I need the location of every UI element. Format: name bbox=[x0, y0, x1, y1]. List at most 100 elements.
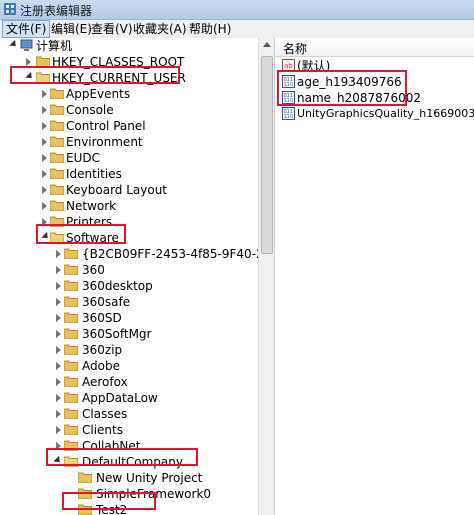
folder-icon bbox=[78, 472, 92, 483]
registry-tree[interactable]: 计算机 HKEY_CLASSES_ROOT HKEY_CURRENT_USER … bbox=[0, 38, 258, 515]
tree-item[interactable]: Aerofox bbox=[0, 374, 258, 390]
tree-label: Aerofox bbox=[82, 375, 128, 389]
highlight-box-test2 bbox=[62, 492, 156, 510]
tree-label: 360SoftMgr bbox=[82, 327, 152, 341]
menu-view[interactable]: 查看(V) bbox=[88, 20, 136, 38]
highlight-box-default-company bbox=[46, 448, 198, 466]
folder-icon bbox=[64, 264, 78, 275]
expand-arrow-icon[interactable] bbox=[56, 250, 61, 258]
regedit-icon bbox=[4, 3, 16, 15]
tree-label: AppEvents bbox=[66, 87, 131, 101]
tree-label: 计算机 bbox=[36, 39, 73, 53]
menu-bar: 文件(F) 编辑(E) 查看(V) 收藏夹(A) 帮助(H) bbox=[0, 20, 474, 39]
svg-text:ab: ab bbox=[284, 62, 293, 70]
folder-icon bbox=[64, 392, 78, 403]
highlight-box-software bbox=[36, 224, 126, 244]
folder-icon bbox=[64, 424, 78, 435]
tree-item[interactable]: Console bbox=[0, 102, 258, 118]
expand-arrow-icon[interactable] bbox=[42, 154, 47, 162]
tree-item[interactable]: Adobe bbox=[0, 358, 258, 374]
expand-arrow-icon[interactable] bbox=[56, 394, 61, 402]
tree-item[interactable]: Network bbox=[0, 198, 258, 214]
folder-icon bbox=[64, 280, 78, 291]
column-header-name[interactable]: 名称 bbox=[275, 38, 474, 57]
tree-item[interactable]: Identities bbox=[0, 166, 258, 182]
tree-item[interactable]: 360zip bbox=[0, 342, 258, 358]
tree-item[interactable]: Clients bbox=[0, 422, 258, 438]
tree-item[interactable]: 360desktop bbox=[0, 278, 258, 294]
expand-arrow-icon[interactable] bbox=[56, 314, 61, 322]
tree-label: Identities bbox=[66, 167, 122, 181]
svg-text:110: 110 bbox=[284, 114, 294, 120]
expand-arrow-icon[interactable] bbox=[42, 106, 47, 114]
expand-arrow-icon[interactable] bbox=[42, 170, 47, 178]
tree-label: 360safe bbox=[82, 295, 131, 309]
tree-label: Classes bbox=[82, 407, 128, 421]
folder-icon bbox=[64, 248, 78, 259]
scroll-up-arrow-icon[interactable] bbox=[263, 42, 271, 47]
highlight-box-hkey-current-user bbox=[10, 66, 180, 84]
menu-favorites[interactable]: 收藏夹(A) bbox=[130, 20, 190, 38]
expand-arrow-icon[interactable] bbox=[56, 298, 61, 306]
tree-label: Adobe bbox=[82, 359, 120, 373]
expand-arrow-icon[interactable] bbox=[56, 426, 61, 434]
tree-label: 360zip bbox=[82, 343, 123, 357]
tree-item[interactable]: EUDC bbox=[0, 150, 258, 166]
folder-icon bbox=[64, 360, 78, 371]
expand-arrow-icon[interactable] bbox=[56, 266, 61, 274]
expand-arrow-icon[interactable] bbox=[42, 122, 47, 130]
tree-item[interactable]: AppDataLow bbox=[0, 390, 258, 406]
tree-label: Keyboard Layout bbox=[66, 183, 168, 197]
tree-item[interactable]: 360 bbox=[0, 262, 258, 278]
tree-item[interactable]: 360SoftMgr bbox=[0, 326, 258, 342]
tree-item[interactable]: Classes bbox=[0, 406, 258, 422]
tree-label: Control Panel bbox=[66, 119, 146, 133]
tree-item[interactable]: New Unity Project bbox=[0, 470, 258, 486]
expand-arrow-icon[interactable] bbox=[56, 282, 61, 290]
folder-icon bbox=[50, 136, 64, 147]
menu-file[interactable]: 文件(F) bbox=[2, 20, 51, 38]
expand-arrow-icon[interactable] bbox=[56, 362, 61, 370]
value-name: UnityGraphicsQuality_h1669003810 bbox=[297, 107, 474, 120]
expand-arrow-icon[interactable] bbox=[26, 58, 31, 66]
expand-arrow-icon[interactable] bbox=[42, 202, 47, 210]
tree-label: Network bbox=[66, 199, 117, 213]
title-bar: 注册表编辑器 bbox=[0, 0, 474, 20]
expand-arrow-icon[interactable] bbox=[42, 186, 47, 194]
tree-scrollbar[interactable] bbox=[258, 38, 274, 515]
collapse-arrow-icon[interactable] bbox=[9, 39, 19, 50]
binary-value-icon: 011110 bbox=[282, 107, 295, 120]
column-header-label: 名称 bbox=[283, 42, 308, 56]
tree-label: 360desktop bbox=[82, 279, 153, 293]
expand-arrow-icon[interactable] bbox=[56, 378, 61, 386]
tree-item-computer[interactable]: 计算机 bbox=[0, 38, 258, 54]
tree-item[interactable]: Control Panel bbox=[0, 118, 258, 134]
computer-icon bbox=[20, 39, 33, 51]
tree-item[interactable]: Keyboard Layout bbox=[0, 182, 258, 198]
expand-arrow-icon[interactable] bbox=[42, 90, 47, 98]
tree-label: {B2CB09FF-2453-4f85-9F40-21C05BE4C bbox=[82, 247, 258, 261]
folder-icon bbox=[64, 296, 78, 307]
values-pane[interactable]: 名称 ab (默认) 011 110 age_h193409766 011 110 … bbox=[274, 38, 474, 515]
expand-arrow-icon[interactable] bbox=[56, 330, 61, 338]
tree-item[interactable]: {B2CB09FF-2453-4f85-9F40-21C05BE4C bbox=[0, 246, 258, 262]
tree-item[interactable]: 360safe bbox=[0, 294, 258, 310]
expand-arrow-icon[interactable] bbox=[56, 346, 61, 354]
folder-icon bbox=[50, 120, 64, 131]
tree-label: New Unity Project bbox=[96, 471, 203, 485]
tree-label: EUDC bbox=[66, 151, 100, 165]
folder-icon bbox=[50, 152, 64, 163]
tree-item[interactable]: 360SD bbox=[0, 310, 258, 326]
folder-icon bbox=[64, 376, 78, 387]
expand-arrow-icon[interactable] bbox=[42, 138, 47, 146]
menu-help[interactable]: 帮助(H) bbox=[186, 20, 234, 38]
tree-item[interactable]: Environment bbox=[0, 134, 258, 150]
folder-icon bbox=[64, 408, 78, 419]
tree-label: Environment bbox=[66, 135, 143, 149]
value-row[interactable]: 011110 UnityGraphicsQuality_h1669003810 bbox=[275, 106, 474, 122]
tree-item[interactable]: AppEvents bbox=[0, 86, 258, 102]
scrollbar-thumb[interactable] bbox=[261, 56, 273, 254]
window-title: 注册表编辑器 bbox=[20, 4, 93, 18]
folder-icon bbox=[50, 88, 64, 99]
expand-arrow-icon[interactable] bbox=[56, 410, 61, 418]
